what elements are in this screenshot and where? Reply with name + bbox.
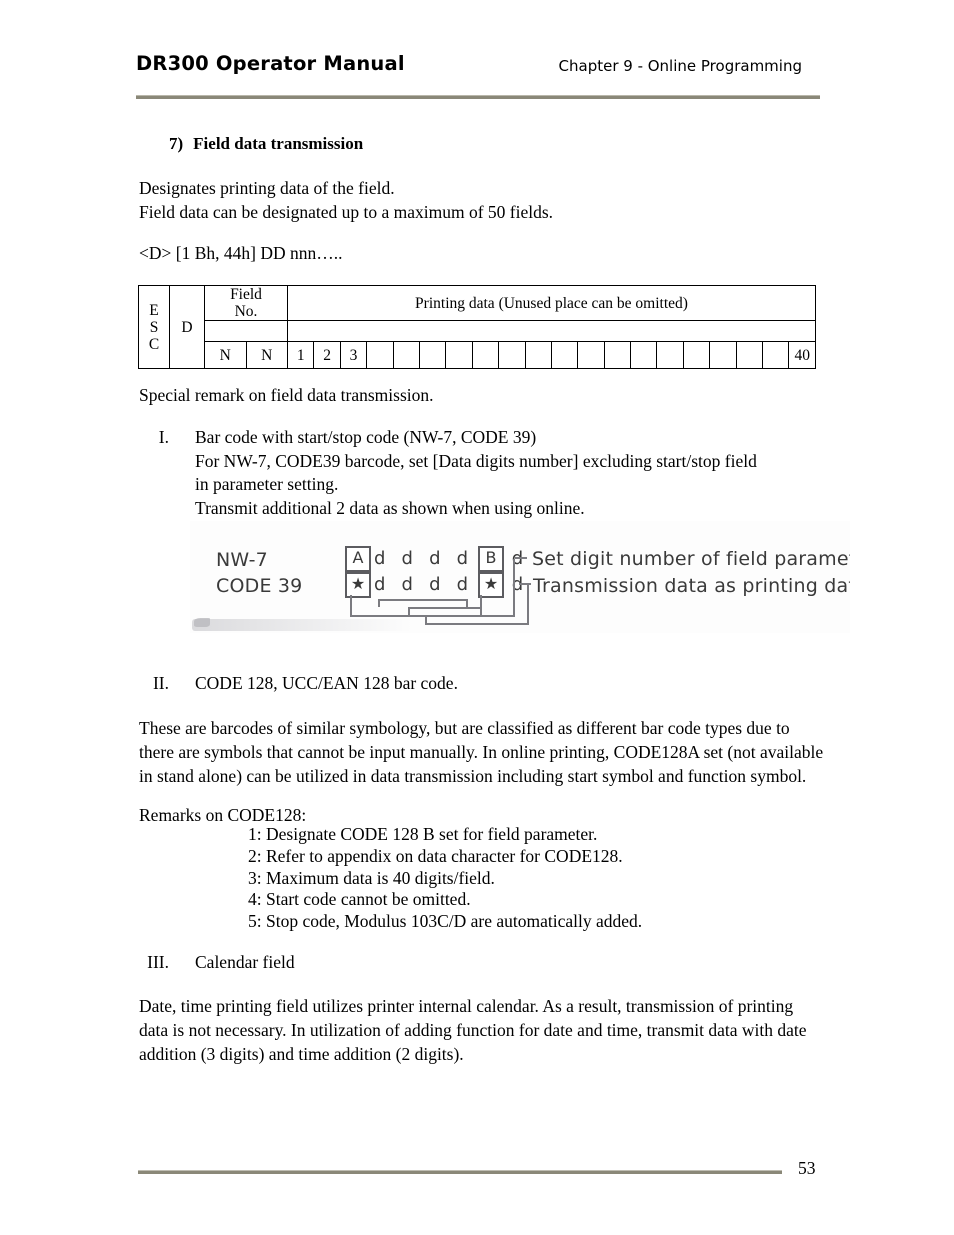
esc-letter-c: C xyxy=(148,335,160,353)
roman-line: CODE 128, UCC/EAN 128 bar code. xyxy=(195,673,458,693)
remark-item: 5: Stop code, Modulus 103C/D are automat… xyxy=(248,911,643,932)
manual-title: DR300 Operator Manual xyxy=(136,52,405,75)
esc-letter-s: S xyxy=(149,318,159,336)
figure-label-nw7: NW-7 xyxy=(216,549,268,571)
leader-dash-bottom xyxy=(519,583,531,585)
figure-caption-set-digit: Set digit number of field parameter xyxy=(532,548,850,570)
bracket-outer-left-stem xyxy=(350,595,352,617)
table-row xyxy=(139,320,816,342)
start-code-box-bottom: ★ xyxy=(345,572,371,598)
figure-caption-transmission: Transmission data as printing data xyxy=(533,575,850,597)
data-cell xyxy=(735,341,764,369)
field-no-digit-1: N xyxy=(204,341,247,369)
data-cell xyxy=(418,341,447,369)
bracket-outer-base xyxy=(350,615,482,617)
data-cell xyxy=(498,341,526,369)
scan-artifact xyxy=(192,619,412,631)
connector-set-digit xyxy=(513,559,515,617)
section-title: Field data transmission xyxy=(193,134,364,153)
code128-remarks-list: 1: Designate CODE 128 B set for field pa… xyxy=(248,824,642,933)
data-cell xyxy=(603,341,632,369)
field-no-digit-2: N xyxy=(245,341,288,369)
page-number: 53 xyxy=(798,1158,816,1178)
bracket-inner-base xyxy=(408,607,480,609)
printing-data-header: Printing data (Unused place can be omitt… xyxy=(287,285,816,321)
field-format-table: E S C D Field No. Printing data (Unused … xyxy=(138,285,816,369)
roman-line: For NW-7, CODE39 barcode, set [Data digi… xyxy=(195,450,757,471)
remark-item: 3: Maximum data is 40 digits/field. xyxy=(248,867,495,888)
section-number: 7) xyxy=(169,134,184,153)
remark-item: 4: Start code cannot be omitted. xyxy=(248,889,471,910)
intro-line-2: Field data can be designated up to a max… xyxy=(139,202,554,222)
intro-line-1: Designates printing data of the field. xyxy=(139,178,395,198)
roman-numeral: I. xyxy=(158,427,169,447)
bracket-inner-span xyxy=(378,599,468,601)
data-cell: 3 xyxy=(339,341,368,369)
esc-letter-e: E xyxy=(149,301,159,319)
connector-transmission-stem xyxy=(527,585,529,625)
special-remark-line: Special remark on field data transmissio… xyxy=(139,385,434,405)
field-no-header-line2: No. xyxy=(234,303,258,320)
leader-dash-top xyxy=(515,557,527,559)
roman-numeral: II. xyxy=(152,673,169,693)
table-row: N N 1 2 3 40 xyxy=(139,341,816,369)
document-page: DR300 Operator Manual Chapter 9 - Online… xyxy=(0,0,954,1235)
page-header: DR300 Operator Manual Chapter 9 - Online… xyxy=(136,52,820,90)
code128-paragraph: These are barcodes of similar symbology,… xyxy=(139,718,824,786)
start-code-box-top: A xyxy=(345,546,371,572)
stop-code-box-top: B xyxy=(478,546,504,572)
remark-item: 2: Refer to appendix on data character f… xyxy=(248,845,623,866)
intro-paragraph: Designates printing data of the field. F… xyxy=(139,176,819,224)
data-cell xyxy=(524,341,552,369)
connector-set-digit-base xyxy=(480,615,515,617)
printing-data-spacer xyxy=(287,320,816,342)
roman-line: Calendar field xyxy=(195,952,295,972)
roman-line: Bar code with start/stop code (NW-7, COD… xyxy=(195,427,537,447)
scan-artifact-blob xyxy=(194,618,210,627)
esc-cell: E S C xyxy=(138,285,170,369)
data-cell: 2 xyxy=(313,341,341,369)
roman-numeral: III. xyxy=(147,952,169,972)
header-divider xyxy=(136,95,820,99)
calendar-paragraph: Date, time printing field utilizes print… xyxy=(139,996,807,1064)
data-cell: 1 xyxy=(286,341,315,369)
chapter-label: Chapter 9 - Online Programming xyxy=(558,57,802,75)
roman-line: Transmit additional 2 data as shown when… xyxy=(195,497,585,518)
field-no-header-line1: Field xyxy=(230,286,262,303)
footer-divider xyxy=(138,1170,782,1174)
section-heading: 7) Field data transmission xyxy=(169,134,363,154)
data-cell xyxy=(577,341,605,369)
data-cell: 40 xyxy=(788,341,816,369)
data-cell xyxy=(762,341,790,369)
data-cell xyxy=(445,341,473,369)
field-no-header: Field No. xyxy=(204,285,288,321)
field-no-spacer xyxy=(204,320,288,342)
data-digits-top: d d d d d d xyxy=(374,548,529,569)
connector-transmission-base xyxy=(425,623,529,625)
barcode-start-stop-diagram: NW-7 CODE 39 A d d d d d d B ★ d d d d d… xyxy=(190,521,850,633)
bracket-outer-right-stem xyxy=(480,595,482,617)
d-cell: D xyxy=(169,285,205,369)
bracket-inner-right xyxy=(466,599,468,607)
data-cell xyxy=(709,341,737,369)
remark-item: 1: Designate CODE 128 B set for field pa… xyxy=(248,824,598,844)
data-cell xyxy=(630,341,658,369)
list-item-roman-2: II. CODE 128, UCC/EAN 128 bar code. xyxy=(139,672,819,696)
roman-line: in parameter setting. xyxy=(195,474,339,494)
data-cell xyxy=(366,341,394,369)
table-row: E S C D Field No. Printing data (Unused … xyxy=(138,285,816,369)
data-cell xyxy=(550,341,579,369)
data-digits-bottom: d d d d d d xyxy=(374,574,529,595)
connector-transmission-left xyxy=(425,617,427,625)
figure-label-code39: CODE 39 xyxy=(216,575,303,597)
command-syntax-line: <D> [1 Bh, 44h] DD nnn….. xyxy=(139,243,343,263)
data-cell xyxy=(656,341,684,369)
data-cell xyxy=(392,341,420,369)
list-item-roman-3: III. Calendar field xyxy=(139,951,819,975)
list-item-roman-1: I. Bar code with start/stop code (NW-7, … xyxy=(139,426,819,520)
data-cell xyxy=(682,341,711,369)
data-cell xyxy=(471,341,500,369)
